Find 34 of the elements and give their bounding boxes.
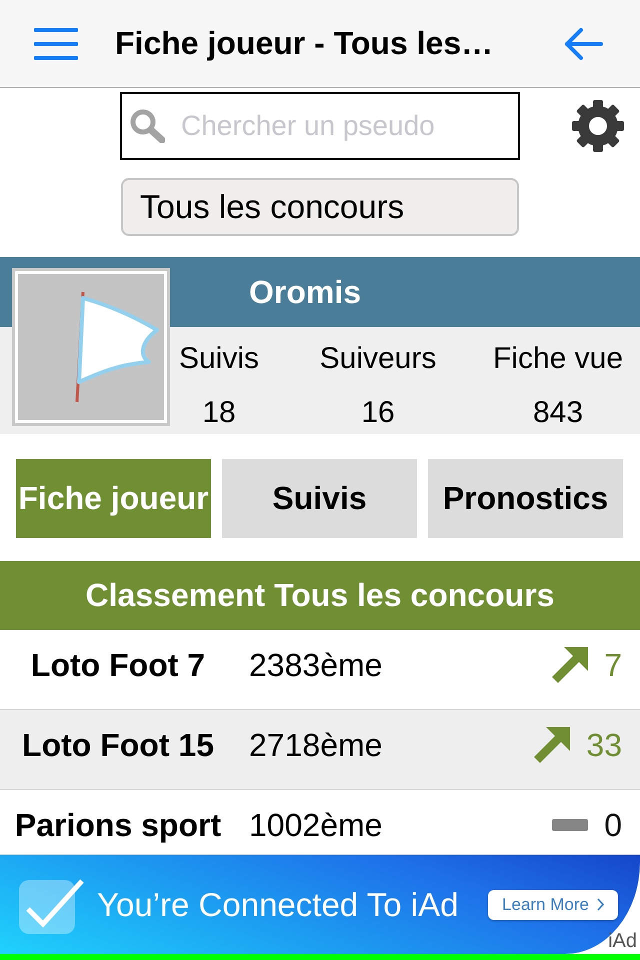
- back-arrow-icon[interactable]: [563, 26, 603, 60]
- menu-icon[interactable]: [34, 28, 78, 60]
- arrow-up-right-icon: [534, 727, 570, 763]
- competition-dropdown[interactable]: Tous les concours: [121, 178, 519, 236]
- competition-name: Loto Foot 15: [21, 726, 215, 764]
- stat-value: 16: [361, 396, 395, 430]
- nav-title: Fiche joueur - Tous les…: [115, 25, 494, 62]
- rank-change: 0: [604, 806, 622, 844]
- competition-name: Parions sport: [14, 806, 222, 844]
- chevron-right-icon: [596, 898, 604, 911]
- stat-value: 843: [532, 396, 584, 430]
- competition-name: Loto Foot 7: [30, 646, 206, 684]
- rank-change: 7: [604, 646, 622, 684]
- stat-label: Suiveurs: [320, 342, 436, 376]
- rank-text: 2718ème: [248, 726, 382, 764]
- ad-headline: You’re Connected To iAd: [97, 886, 458, 924]
- search-field[interactable]: Chercher un pseudo: [120, 92, 520, 160]
- rank-text: 1002ème: [248, 806, 382, 844]
- stat-label: Fiche vue: [492, 342, 624, 376]
- learn-more-button[interactable]: Learn More: [488, 890, 618, 920]
- settings-icon[interactable]: [572, 100, 624, 152]
- rank-change: 33: [586, 726, 622, 764]
- rank-text: 2383ème: [248, 646, 382, 684]
- stat-value: 18: [202, 396, 236, 430]
- section-header: Classement Tous les concours: [0, 561, 640, 630]
- tab[interactable]: Suivis: [222, 459, 417, 538]
- stat-label: Suivis: [178, 342, 260, 376]
- search-icon: [130, 109, 165, 143]
- ranking-row[interactable]: Loto Foot 15 2718ème 33: [0, 710, 640, 790]
- arrow-up-right-icon: [552, 647, 588, 683]
- tab[interactable]: Pronostics: [428, 459, 623, 538]
- dash-icon: [552, 819, 588, 831]
- tab[interactable]: Fiche joueur: [16, 459, 211, 538]
- ad-label: iAd: [608, 930, 637, 953]
